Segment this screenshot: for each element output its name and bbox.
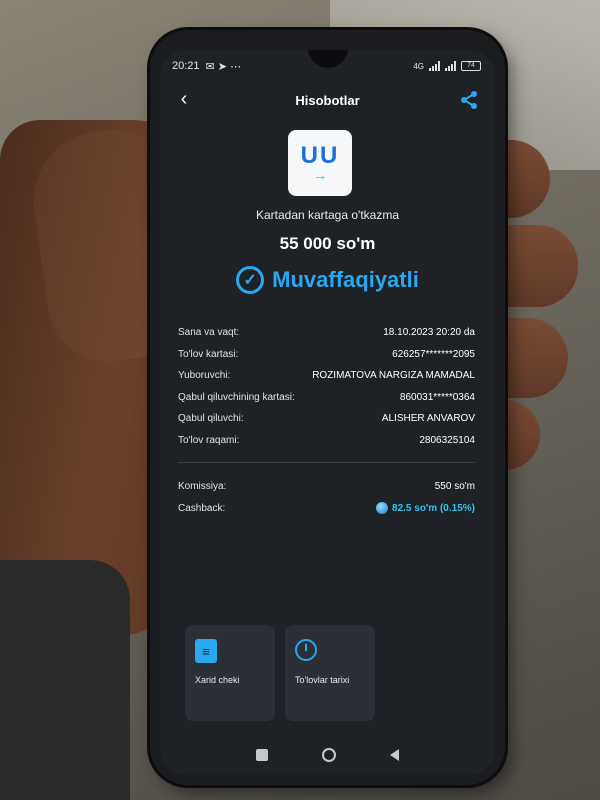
detail-label: Qabul qiluvchining kartasi: [178,391,295,403]
detail-row: Yuboruvchi: ROZIMATOVA NARGIZA MAMADAL [178,365,475,387]
detail-row: Qabul qiluvchining kartasi: 860031*****0… [178,387,475,409]
detail-label: Qabul qiluvchi: [178,413,244,425]
detail-value: 18.10.2023 20:20 da [383,327,475,339]
detail-label: To'lov kartasi: [178,348,239,360]
recents-square-icon[interactable] [256,749,268,761]
status-text: Muvaffaqiyatli [272,267,419,292]
divider [178,462,475,463]
receipt-icon: ≡ [195,639,217,663]
share-icon[interactable] [459,90,479,110]
history-label: To'lovlar tarixi [295,675,350,685]
commission-label: Komissiya: [178,481,227,493]
cashback-row: Cashback: 82.5 so'm (0.15%) [178,498,475,520]
back-triangle-icon[interactable] [390,749,399,761]
transfer-amount: 55 000 so'm [279,234,376,253]
cashback-value: 82.5 so'm (0.15%) [392,502,475,514]
check-circle-icon: ✓ [236,266,265,294]
page-title: Hisobotlar [295,92,360,108]
detail-value: 626257*******2095 [392,348,475,360]
logo-text: UU [300,142,340,169]
cashback-label: Cashback: [178,502,226,514]
receipt-label: Xarid cheki [195,675,240,685]
detail-value: ROZIMATOVA NARGIZA MAMADAL [312,370,475,382]
app-header: ‹ Hisobotlar [160,86,495,114]
detail-label: Sana va vaqt: [178,327,240,339]
action-cards: ≡ Xarid cheki To'lovlar tarixi [185,625,375,721]
detail-value: 860031*****0364 [399,391,475,403]
detail-label: To'lov raqami: [178,434,240,446]
cashback-value-group: 82.5 so'm (0.15%) [376,502,475,515]
commission-value: 550 so'm [434,481,475,493]
service-logo: UU → [288,130,352,196]
network-label: 4G [413,61,424,71]
history-icon [295,639,317,661]
commission-row: Komissiya: 550 so'm [178,476,475,498]
detail-row: Sana va vaqt: 18.10.2023 20:20 da [178,322,475,344]
arrow-right-icon: → [313,167,327,183]
home-circle-icon[interactable] [322,748,336,762]
payment-history-button[interactable]: To'lovlar tarixi [285,625,375,721]
phone-device: 20:21 ✉ ➤ ⋯ 4G 74 ‹ Hisobotlar UU → Kart… [150,30,505,785]
phone-screen: 20:21 ✉ ➤ ⋯ 4G 74 ‹ Hisobotlar UU → Kart… [160,50,495,775]
detail-row: Qabul qiluvchi: ALISHER ANVAROV [178,408,475,430]
detail-row: To'lov raqami: 2806325104 [178,430,475,452]
detail-value: 2806325104 [419,434,475,446]
status-row: ✓ Muvaffaqiyatli [160,266,495,294]
status-time: 20:21 [172,60,200,72]
transfer-type: Kartadan kartaga o'tkazma [255,208,400,222]
signal-icon [445,61,456,71]
signal-icon [429,61,440,71]
detail-row: To'lov kartasi: 626257*******2095 [178,344,475,366]
battery-icon: 74 [461,61,481,71]
notification-icon: ✉ ➤ ⋯ [205,60,242,73]
coin-icon [376,502,389,515]
back-icon[interactable]: ‹ [174,89,194,110]
receipt-button[interactable]: ≡ Xarid cheki [185,625,275,721]
status-bar: 20:21 ✉ ➤ ⋯ 4G 74 [172,58,481,74]
sleeve [0,560,130,800]
fees-section: Komissiya: 550 so'm Cashback: 82.5 so'm … [178,476,475,519]
details-list: Sana va vaqt: 18.10.2023 20:20 da To'lov… [178,322,475,451]
detail-value: ALISHER ANVAROV [381,413,475,425]
detail-label: Yuboruvchi: [178,370,231,382]
system-nav-bar [160,742,495,768]
